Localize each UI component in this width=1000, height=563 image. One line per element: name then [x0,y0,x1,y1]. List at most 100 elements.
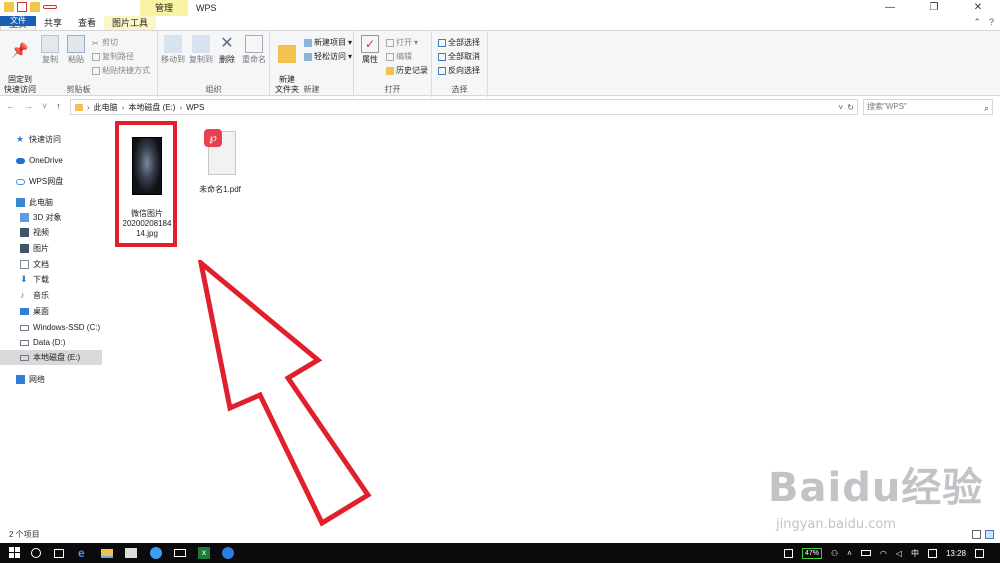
task-view-icon[interactable] [54,549,64,558]
mail-icon[interactable] [174,549,186,557]
tab-view[interactable]: 查看 [70,16,104,30]
back-arrow-icon[interactable]: ← [6,101,15,111]
breadcrumb-this-pc[interactable]: 此电脑 [94,102,118,113]
address-row: ← → ˅ ↑ › 此电脑 › 本地磁盘 (E:) › WPS ˅ ↻ 搜索"W… [0,97,1000,117]
clock-app-icon[interactable] [150,547,162,559]
nav-item-onedrive[interactable]: OneDrive [16,153,118,168]
new-group-label: 新建 [303,85,320,94]
easy-access-button[interactable]: 轻松访问 ▾ [304,51,352,62]
battery-indicator[interactable]: 47% [801,547,822,559]
search-input[interactable]: 搜索"WPS" ⌕ [863,99,993,115]
properties-button[interactable]: ✓ 属性 [358,35,382,65]
file-item-pdf[interactable]: ℘ 未命名1.pdf [190,129,250,195]
nav-item-wps-drive[interactable]: WPS网盘 [16,174,118,189]
wifi-icon[interactable]: ◠ [880,549,887,558]
keyboard-grid-icon[interactable] [783,548,793,558]
up-chevron-icon[interactable]: ˄ [847,549,852,558]
folder-icon[interactable] [4,2,14,12]
app-globe-icon[interactable] [222,547,234,559]
nav-item-quick-access[interactable]: ★ 快速访问 [16,132,118,147]
invert-selection-icon [438,66,446,75]
copy-to-button[interactable]: 复制到 [188,35,214,65]
history-button[interactable]: 历史记录 [386,65,428,76]
move-to-button[interactable]: 移动到 [160,35,186,65]
new-item-button[interactable]: 新建项目 ▾ [304,37,352,48]
chevron-down-icon: ▾ [414,38,419,47]
forward-arrow-icon[interactable]: → [24,101,33,111]
store-icon[interactable] [125,548,137,558]
paste-shortcut-button[interactable]: 粘贴快捷方式 [92,65,150,76]
new-folder-icon[interactable] [30,2,40,12]
item-count: 2 个项目 [9,530,40,539]
notification-icon[interactable] [975,548,984,558]
tab-manage[interactable]: 管理 [140,0,188,16]
cube-icon [20,213,29,222]
copy-path-button[interactable]: 复制路径 [92,51,134,62]
address-dropdown-icon[interactable]: ˅ [838,103,843,112]
document-icon [20,260,29,269]
new-item-icon [304,38,312,47]
people-icon[interactable]: ⚇ [831,549,838,558]
excel-icon[interactable]: x [198,547,210,559]
pdf-file-icon: ℘ [200,129,240,179]
breadcrumb-drive-e[interactable]: 本地磁盘 (E:) [128,102,175,113]
nav-item-this-pc[interactable]: 此电脑 [16,195,118,210]
ime-indicator[interactable]: 中 [911,548,919,559]
address-bar[interactable]: › 此电脑 › 本地磁盘 (E:) › WPS ˅ ↻ [70,99,858,115]
details-view-icon[interactable] [972,530,981,539]
delete-x-icon: ✕ [220,35,234,52]
chevron-right-icon: › [179,102,183,112]
organize-group: 移动到 复制到 ✕ 删除 重命名 组织 [158,31,270,97]
pin-icon: 📌 [11,42,29,58]
windows-start-icon[interactable] [9,547,21,559]
restore-button[interactable]: ❐ [912,0,956,16]
nav-item-network[interactable]: 网络 [16,372,118,387]
nav-item-drive-e[interactable]: 本地磁盘 (E:) [0,350,102,365]
recent-chevron-icon[interactable]: ˅ [42,101,47,111]
copy-button[interactable]: 复制 [40,35,60,65]
select-none-button[interactable]: 全部取消 [438,51,480,62]
copy-path-icon [92,52,100,61]
copy-icon [41,35,59,53]
battery-icon[interactable] [860,550,871,556]
edit-icon [386,52,394,61]
help-icon[interactable]: ? [989,17,994,28]
cut-button[interactable]: ✂ 剪切 [92,37,118,48]
tab-share[interactable]: 共享 [36,16,70,30]
qat-dropdown-icon[interactable] [43,5,57,9]
minimize-button[interactable]: — [868,0,912,16]
new-group: 新建 文件夹 新建项目 ▾ 轻松访问 ▾ 新建 [270,31,354,97]
edit-button[interactable]: 编辑 [386,51,412,62]
delete-button[interactable]: ✕ 删除 [216,35,238,65]
copy-to-icon [192,35,210,53]
close-button[interactable]: ✕ [956,0,1000,16]
open-group-label: 打开 [384,85,401,94]
check-icon[interactable] [17,2,27,12]
search-circle-icon[interactable] [31,548,41,558]
edge-browser-icon[interactable]: e [78,547,90,559]
breadcrumb-wps[interactable]: WPS [186,103,204,112]
file-explorer-icon[interactable] [101,549,113,558]
system-tray: 47% ⚇ ˄ ◠ ◁ 中 13:28 [783,543,984,563]
clipboard-icon [67,35,85,53]
refresh-icon[interactable]: ↻ [847,103,854,112]
quick-access-toolbar [4,2,57,12]
picture-icon [20,244,29,253]
invert-selection-button[interactable]: 反向选择 [438,65,480,76]
clock-time[interactable]: 13:28 [946,549,966,558]
move-to-icon [164,35,182,53]
large-icons-view-icon[interactable] [985,530,994,539]
ribbon-collapse-icon[interactable]: ⌃ [973,17,981,28]
rename-button[interactable]: 重命名 [240,35,268,65]
paste-button[interactable]: 粘贴 [66,35,86,65]
download-icon: ⬇ [20,274,28,284]
open-button[interactable]: 打开 ▾ [386,37,418,48]
open-group: ✓ 属性 打开 ▾ 编辑 历史记录 打开 [354,31,432,97]
tab-picture-tools[interactable]: 图片工具 [104,16,157,30]
tab-file[interactable]: 文件 [0,16,36,26]
ime-mode-icon[interactable] [927,548,937,558]
volume-icon[interactable]: ◁ [896,549,902,558]
organize-group-label: 组织 [205,85,222,94]
select-all-button[interactable]: 全部选择 [438,37,480,48]
up-arrow-icon[interactable]: ↑ [56,101,61,111]
